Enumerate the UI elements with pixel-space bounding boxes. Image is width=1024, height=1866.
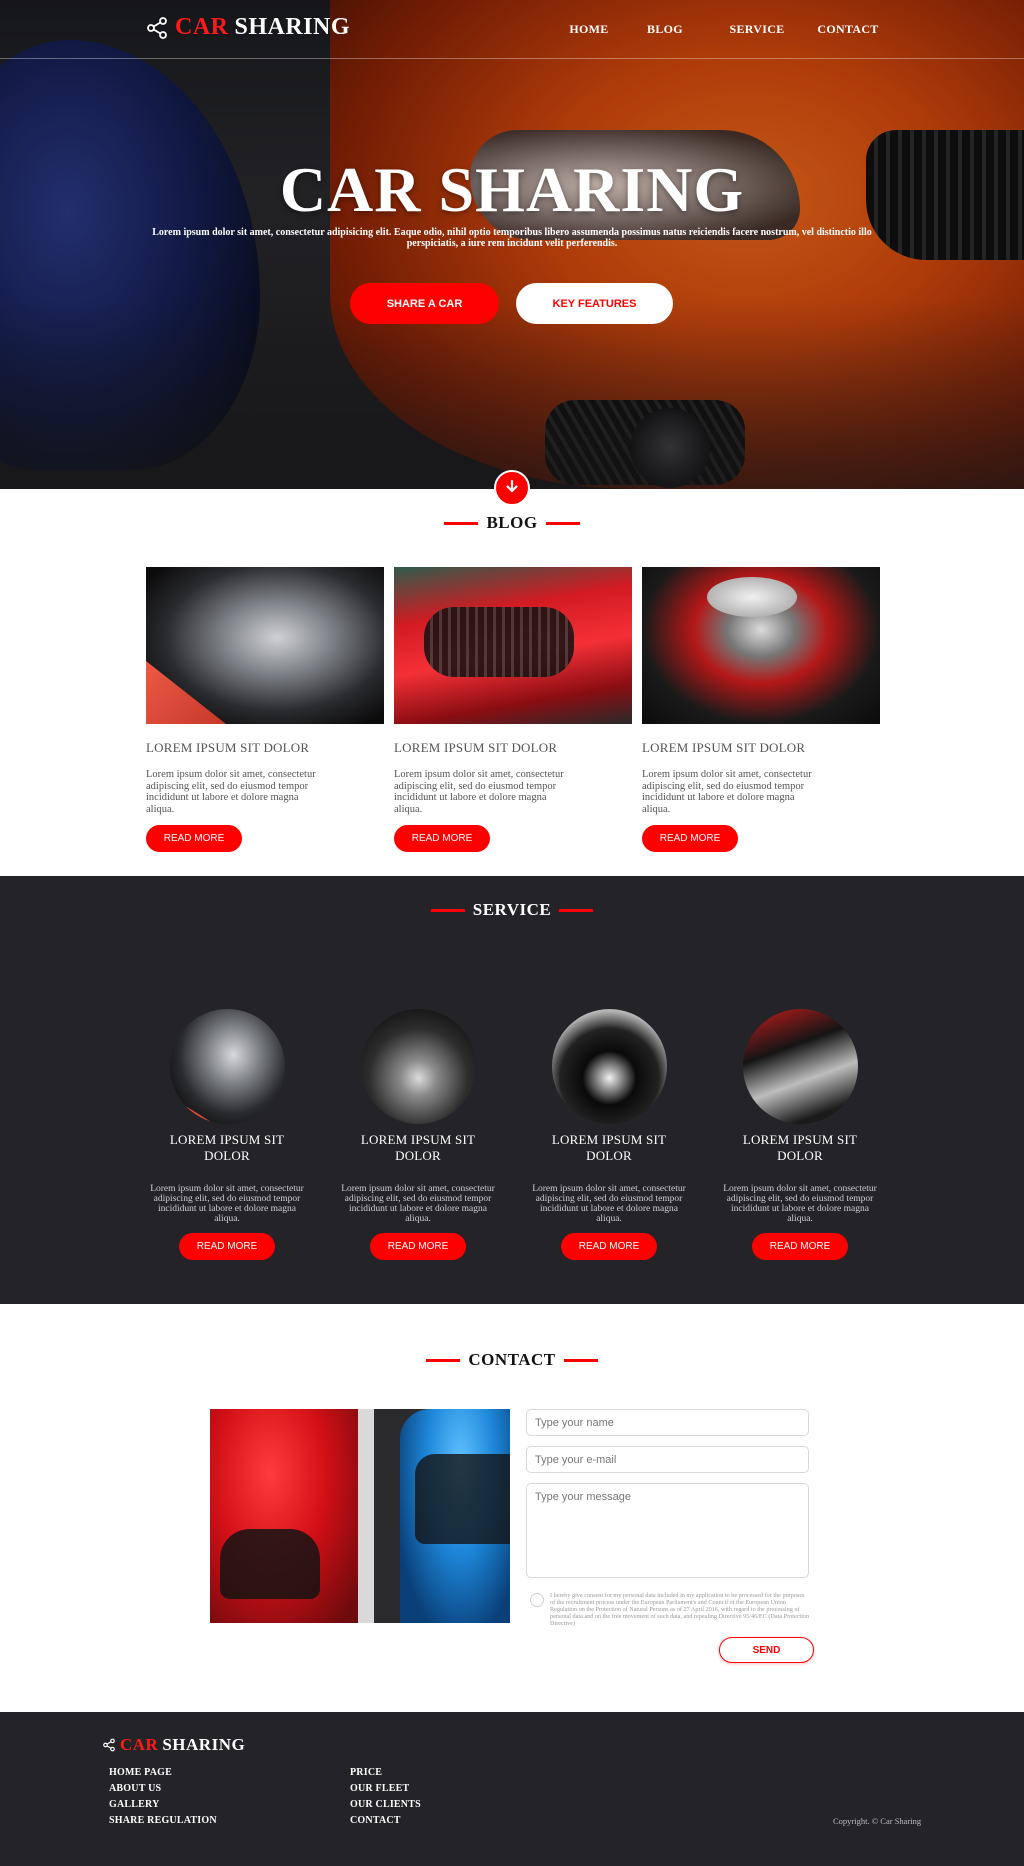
contact-image <box>210 1409 510 1623</box>
hero-subtitle: Lorem ipsum dolor sit amet, consectetur … <box>152 227 872 249</box>
title-bar-right <box>559 908 594 912</box>
read-more-button[interactable]: READ MORE <box>146 825 242 852</box>
blog-post-text: Lorem ipsum dolor sit amet, consectetur … <box>642 769 812 815</box>
service-image <box>169 1009 285 1124</box>
title-bar-left <box>426 1358 461 1362</box>
share-icon <box>145 16 169 40</box>
nav-home[interactable]: HOME <box>559 22 619 37</box>
send-button[interactable]: SEND <box>719 1637 814 1663</box>
hero-section: CAR SHARING HOME BLOG SERVICE CONTACT CA… <box>0 0 1024 489</box>
title-bar-right <box>563 1358 598 1362</box>
blog-post-image[interactable] <box>394 567 632 724</box>
name-field[interactable] <box>526 1409 809 1436</box>
service-item: LOREM IPSUM SIT DOLOR Lorem ipsum dolor … <box>720 1009 880 1260</box>
service-heading: LOREM IPSUM SIT DOLOR <box>360 1132 476 1163</box>
footer-link-contact[interactable]: CONTACT <box>350 1815 421 1827</box>
arrow-down-icon <box>504 478 520 499</box>
title-bar-right <box>545 521 580 525</box>
service-section: SERVICE LOREM IPSUM SIT DOLOR Lorem ipsu… <box>0 876 1024 1304</box>
blog-post-text: Lorem ipsum dolor sit amet, consectetur … <box>146 769 316 815</box>
service-title: SERVICE <box>472 900 552 919</box>
logo-text-sharing: SHARING <box>234 14 351 40</box>
service-heading: LOREM IPSUM SIT DOLOR <box>169 1132 285 1163</box>
footer-link-our-fleet[interactable]: OUR FLEET <box>350 1783 421 1795</box>
footer-link-price[interactable]: PRICE <box>350 1767 421 1779</box>
contact-section-title: CONTACT <box>0 1350 1024 1370</box>
blog-post-heading: LOREM IPSUM SIT DOLOR <box>642 740 806 755</box>
blog-section-title: BLOG <box>0 513 1024 533</box>
message-field[interactable] <box>526 1483 809 1578</box>
hero-title: CAR SHARING <box>279 154 745 225</box>
read-more-button[interactable]: READ MORE <box>394 825 490 852</box>
service-text: Lorem ipsum dolor sit amet, consectetur … <box>150 1184 304 1224</box>
blog-post: LOREM IPSUM SIT DOLOR Lorem ipsum dolor … <box>146 567 384 852</box>
consent-checkbox[interactable] <box>530 1593 544 1607</box>
contact-image-window <box>415 1454 510 1544</box>
service-heading: LOREM IPSUM SIT DOLOR <box>742 1132 858 1163</box>
blog-post-text: Lorem ipsum dolor sit amet, consectetur … <box>394 769 564 815</box>
logo-text-car: CAR <box>175 14 229 40</box>
service-item: LOREM IPSUM SIT DOLOR Lorem ipsum dolor … <box>338 1009 498 1260</box>
footer-link-about-us[interactable]: ABOUT US <box>109 1783 217 1795</box>
contact-image-stripe <box>358 1409 374 1623</box>
blog-post-heading: LOREM IPSUM SIT DOLOR <box>146 740 310 755</box>
nav-blog[interactable]: BLOG <box>635 22 695 37</box>
logo-text-sharing: SHARING <box>162 1735 246 1754</box>
service-item: LOREM IPSUM SIT DOLOR Lorem ipsum dolor … <box>529 1009 689 1260</box>
contact-image-window <box>220 1529 320 1599</box>
footer: CAR SHARING HOME PAGE ABOUT US GALLERY S… <box>0 1712 1024 1866</box>
share-a-car-button[interactable]: SHARE A CAR <box>350 283 499 324</box>
contact-title: CONTACT <box>468 1350 556 1369</box>
service-image <box>742 1009 858 1124</box>
consent-row: I hereby give consent for my personal da… <box>530 1592 810 1627</box>
share-icon <box>102 1738 116 1752</box>
service-text: Lorem ipsum dolor sit amet, consectetur … <box>532 1184 686 1224</box>
service-section-title: SERVICE <box>0 900 1024 920</box>
service-item: LOREM IPSUM SIT DOLOR Lorem ipsum dolor … <box>147 1009 307 1260</box>
service-image <box>360 1009 476 1124</box>
footer-link-our-clients[interactable]: OUR CLIENTS <box>350 1799 421 1811</box>
copyright-text: Copyright. © Car Sharing <box>833 1816 922 1826</box>
footer-link-home-page[interactable]: HOME PAGE <box>109 1767 217 1779</box>
service-heading: LOREM IPSUM SIT DOLOR <box>551 1132 667 1163</box>
logo-text-car: CAR <box>120 1735 159 1754</box>
read-more-button[interactable]: READ MORE <box>642 825 738 852</box>
blog-post-image[interactable] <box>642 567 880 724</box>
footer-links-column-1: HOME PAGE ABOUT US GALLERY SHARE REGULAT… <box>109 1767 217 1827</box>
read-more-button[interactable]: READ MORE <box>561 1233 657 1260</box>
blog-post-image[interactable] <box>146 567 384 724</box>
footer-links-column-2: PRICE OUR FLEET OUR CLIENTS CONTACT <box>350 1767 421 1827</box>
read-more-button[interactable]: READ MORE <box>752 1233 848 1260</box>
service-text: Lorem ipsum dolor sit amet, consectetur … <box>723 1184 877 1224</box>
nav-divider <box>0 58 1024 59</box>
blog-post: LOREM IPSUM SIT DOLOR Lorem ipsum dolor … <box>642 567 880 852</box>
footer-link-share-regulation[interactable]: SHARE REGULATION <box>109 1815 217 1827</box>
key-features-button[interactable]: KEY FEATURES <box>516 283 673 324</box>
nav-contact[interactable]: CONTACT <box>808 22 888 37</box>
site-logo[interactable]: CAR SHARING <box>145 14 350 41</box>
nav-service[interactable]: SERVICE <box>717 22 797 37</box>
blog-post: LOREM IPSUM SIT DOLOR Lorem ipsum dolor … <box>394 567 632 852</box>
blog-post-heading: LOREM IPSUM SIT DOLOR <box>394 740 558 755</box>
scroll-down-button[interactable] <box>494 470 530 506</box>
service-text: Lorem ipsum dolor sit amet, consectetur … <box>341 1184 495 1224</box>
email-field[interactable] <box>526 1446 809 1473</box>
service-image <box>551 1009 667 1124</box>
footer-link-gallery[interactable]: GALLERY <box>109 1799 217 1811</box>
title-bar-left <box>444 521 479 525</box>
consent-text: I hereby give consent for my personal da… <box>550 1592 810 1627</box>
blog-title: BLOG <box>486 513 538 532</box>
footer-logo[interactable]: CAR SHARING <box>102 1735 245 1755</box>
read-more-button[interactable]: READ MORE <box>370 1233 466 1260</box>
title-bar-left <box>430 908 465 912</box>
read-more-button[interactable]: READ MORE <box>179 1233 275 1260</box>
